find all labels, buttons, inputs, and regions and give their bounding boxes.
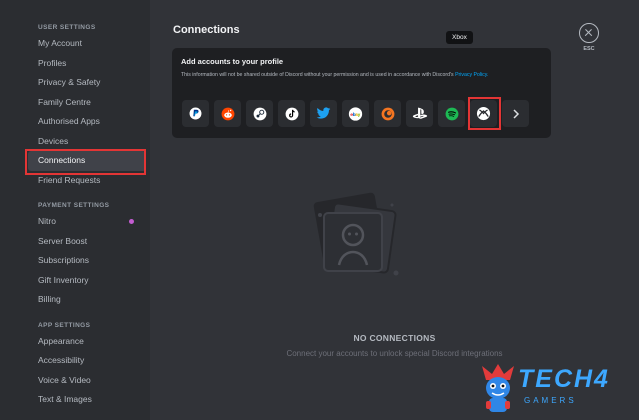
connect-tiktok-button[interactable] (278, 100, 305, 127)
section-title-payment-settings: PAYMENT SETTINGS (38, 202, 110, 209)
steam-icon (253, 107, 266, 120)
more-services-button[interactable] (502, 100, 529, 127)
nitro-badge-dot (129, 219, 134, 224)
connect-spotify-button[interactable] (438, 100, 465, 127)
connect-paypal-button[interactable] (182, 100, 209, 127)
empty-state-title: NO CONNECTIONS (353, 333, 436, 343)
playstation-icon (412, 107, 427, 120)
spotify-icon (445, 107, 458, 120)
watermark-logo-icon (482, 364, 514, 412)
svg-text:y: y (358, 111, 361, 116)
connect-playstation-button[interactable] (406, 100, 433, 127)
sidebar-item-gift-inventory[interactable]: Gift Inventory (28, 271, 146, 291)
section-title-app-settings: APP SETTINGS (38, 321, 91, 329)
empty-state-subtitle: Connect your accounts to unlock special … (286, 349, 503, 358)
paypal-icon (189, 107, 202, 120)
sidebar-item-label: Nitro (38, 216, 56, 226)
connect-steam-button[interactable] (246, 100, 273, 127)
connect-crunchyroll-button[interactable] (374, 100, 401, 127)
sidebar-item-subscriptions[interactable]: Subscriptions (28, 251, 146, 271)
sidebar-item-voice-video[interactable]: Voice & Video (28, 371, 146, 391)
sidebar-item-nitro[interactable]: Nitro (28, 212, 146, 232)
connect-reddit-button[interactable] (214, 100, 241, 127)
close-icon (579, 23, 599, 43)
sidebar-item-server-boost[interactable]: Server Boost (28, 232, 146, 252)
card-description-text: This information will not be shared outs… (181, 72, 454, 78)
ebay-icon: ebay (348, 106, 363, 121)
sidebar-item-privacy-safety[interactable]: Privacy & Safety (28, 73, 146, 93)
section-title-user-settings: USER SETTINGS (38, 24, 96, 31)
connect-twitter-button[interactable] (310, 100, 337, 127)
xbox-tooltip: Xbox (446, 31, 473, 44)
tech4gamers-watermark: TECH4 GAMERS (476, 362, 636, 418)
xbox-highlight-box (468, 97, 501, 130)
close-button[interactable]: ESC (574, 23, 604, 52)
sidebar-item-appearance[interactable]: Appearance (28, 332, 146, 352)
tiktok-icon (285, 107, 298, 120)
twitter-icon (316, 107, 331, 119)
sidebar-item-family-centre[interactable]: Family Centre (28, 93, 146, 113)
settings-sidebar: USER SETTINGS My Account Profiles Privac… (0, 0, 150, 420)
connections-highlight-box (25, 149, 146, 175)
sidebar-item-my-account[interactable]: My Account (28, 34, 146, 54)
crunchyroll-icon (381, 107, 394, 120)
sidebar-item-authorised-apps[interactable]: Authorised Apps (28, 112, 146, 132)
esc-label: ESC (583, 46, 595, 52)
card-title: Add accounts to your profile (181, 57, 284, 66)
page-title: Connections (173, 24, 240, 36)
card-description: This information will not be shared outs… (181, 72, 541, 80)
watermark-text: TECH4 (518, 365, 610, 393)
reddit-icon (221, 107, 234, 120)
sidebar-item-billing[interactable]: Billing (28, 290, 146, 310)
privacy-policy-link[interactable]: Privacy Policy. (455, 72, 488, 78)
connect-ebay-button[interactable]: ebay (342, 100, 369, 127)
sidebar-item-accessibility[interactable]: Accessibility (28, 351, 146, 371)
sidebar-item-profiles[interactable]: Profiles (28, 54, 146, 74)
connections-panel: Connections ESC Add accounts to your pro… (150, 0, 639, 420)
sidebar-item-text-images[interactable]: Text & Images (28, 390, 146, 410)
no-connections-illustration (313, 192, 399, 276)
watermark-subtext: GAMERS (524, 396, 577, 405)
chevron-right-icon (512, 108, 519, 119)
